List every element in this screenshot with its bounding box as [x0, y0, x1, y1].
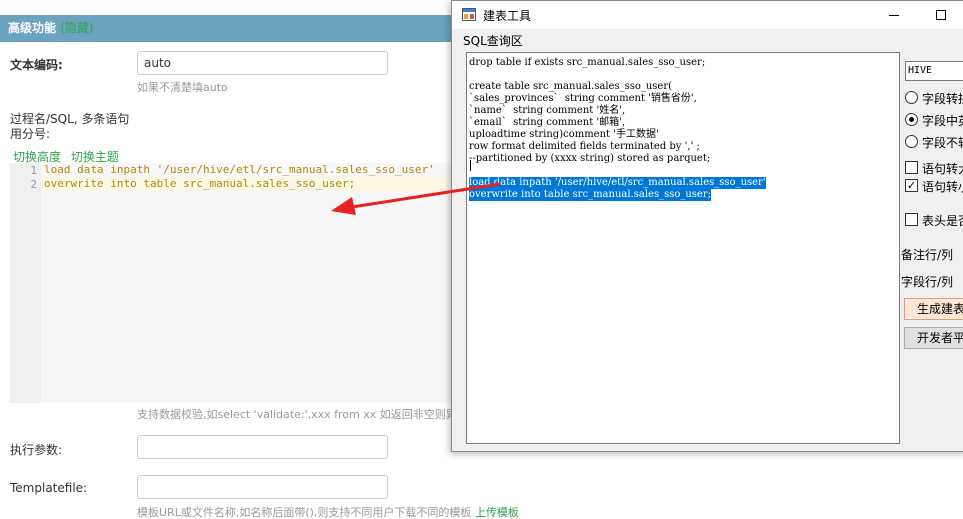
radio-button-selected[interactable] — [905, 113, 918, 126]
code-token: load data inpath '/user/hive/etl/src_man… — [44, 163, 435, 176]
window-title: 建表工具 — [483, 9, 532, 23]
checkbox-label: 表头是否 — [922, 214, 963, 228]
code-token: overwrite into table src_manual.sales_ss… — [44, 177, 356, 190]
sql-line-selected: overwrite into table src_manual.sales_ss… — [469, 189, 711, 201]
maximize-button[interactable] — [930, 4, 952, 26]
encoding-label: 文本编码: — [10, 58, 63, 72]
radio-label: 字段中英 — [922, 114, 963, 128]
code-editor[interactable]: 1 2 load data inpath '/user/hive/etl/src… — [10, 163, 470, 403]
sql-line: --partitioned by (xxxx string) stored as… — [469, 153, 711, 164]
exec-params-label: 执行参数: — [10, 443, 63, 457]
encoding-input[interactable] — [137, 51, 388, 75]
sql-group-label: SQL查询区 — [463, 34, 523, 48]
title-bar[interactable]: 建表工具 — [452, 1, 963, 29]
validate-hint: 支持数据校验,如select 'validate:',xxx from xx 如… — [137, 408, 457, 421]
line-number: 1 — [30, 164, 37, 177]
toggle-theme-link[interactable]: 切换主题 — [71, 150, 119, 164]
code-line-2: overwrite into table src_manual.sales_ss… — [44, 177, 355, 191]
sql-line: uploadtime string)comment '手工数据' — [469, 129, 659, 140]
table-builder-window: 建表工具 SQL查询区 drop table if exists src_man… — [451, 0, 963, 452]
text-caret — [470, 160, 471, 171]
sql-line: `sales_provinces` string comment '销售省份', — [469, 93, 697, 104]
minimize-button[interactable] — [883, 4, 905, 26]
app-icon — [462, 8, 476, 21]
radio-label: 字段转拼 — [922, 92, 963, 106]
db-type-select[interactable]: HIVE — [905, 61, 963, 81]
sql-line-selected: load data inpath '/user/hive/etl/src_man… — [469, 177, 766, 189]
generate-table-button[interactable]: 生成建表 — [904, 298, 963, 320]
checkbox-label: 语句转大 — [922, 162, 963, 176]
toggle-height-link[interactable]: 切换高度 — [13, 150, 61, 164]
editor-gutter — [10, 163, 41, 403]
exec-params-input[interactable] — [137, 435, 388, 459]
templatefile-input[interactable] — [137, 475, 388, 499]
checkbox[interactable] — [905, 213, 918, 226]
template-hint-text: 模板URL或文件名称,如名称后面带(),则支持不同用户下载不同的模板 — [137, 506, 472, 519]
encoding-hint: 如果不清楚填auto — [137, 81, 228, 94]
template-hint: 模板URL或文件名称,如名称后面带(),则支持不同用户下载不同的模板 上传模板 — [137, 504, 519, 519]
sql-line: create table src_manual.sales_sso_user( — [469, 81, 673, 92]
sql-line: `name` string comment '姓名', — [469, 105, 626, 116]
sql-textarea[interactable]: drop table if exists src_manual.sales_ss… — [466, 52, 900, 444]
radio-label: 字段不转 — [922, 136, 963, 150]
sql-label-line2: 用分号: — [10, 127, 51, 141]
upload-template-link[interactable]: 上传模板 — [475, 506, 519, 519]
sql-line: row format delimited fields terminated b… — [469, 141, 700, 152]
dev-platform-button[interactable]: 开发者平 — [904, 327, 963, 349]
panel-header: 高级功能 (隐藏) — [0, 15, 470, 42]
field-row-label: 字段行/列 — [901, 275, 954, 289]
panel-title: 高级功能 — [8, 21, 57, 35]
hide-link[interactable]: (隐藏) — [60, 21, 93, 35]
comment-row-label: 备注行/列 — [901, 248, 954, 262]
checkbox[interactable] — [905, 161, 918, 174]
code-line-1: load data inpath '/user/hive/etl/src_man… — [44, 163, 435, 177]
templatefile-label: Templatefile: — [10, 481, 88, 495]
sql-line: drop table if exists src_manual.sales_ss… — [469, 57, 706, 68]
checkbox-checked[interactable]: ✓ — [905, 179, 918, 192]
checkbox-label: 语句转小 — [922, 180, 963, 194]
line-number: 2 — [30, 178, 37, 191]
sql-line: `email` string comment '邮箱', — [469, 117, 626, 128]
radio-button[interactable] — [905, 91, 918, 104]
radio-button[interactable] — [905, 135, 918, 148]
